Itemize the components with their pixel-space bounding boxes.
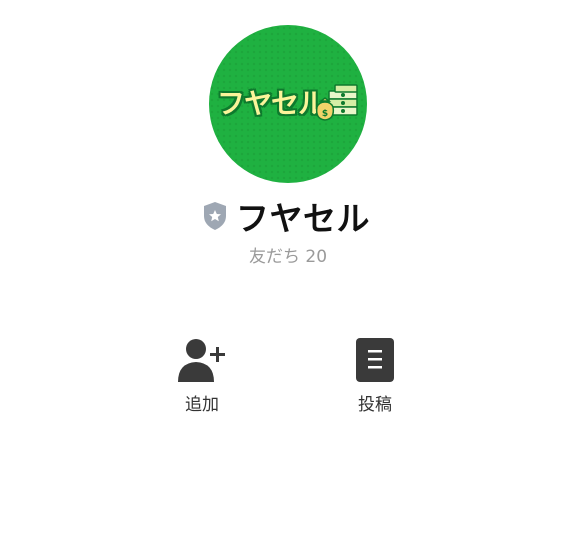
logo-text: フヤセル xyxy=(217,87,326,120)
avatar[interactable]: フヤセル $ xyxy=(209,25,367,183)
posts-icon xyxy=(356,338,394,382)
posts-button[interactable]: 投稿 xyxy=(335,336,415,426)
fuyaseru-logo: フヤセル $ xyxy=(209,25,367,183)
shield-star-icon xyxy=(204,202,226,230)
money-bag-icon: $ xyxy=(315,84,358,121)
profile-name: フヤセル xyxy=(236,199,370,238)
posts-label: 投稿 xyxy=(358,395,392,415)
add-friend-label: 追加 xyxy=(185,395,219,415)
friends-number: 20 xyxy=(305,247,328,267)
profile-name-row: フヤセル xyxy=(0,194,576,238)
svg-text:$: $ xyxy=(322,109,328,119)
add-friend-button[interactable]: 追加 xyxy=(162,336,242,426)
add-friend-icon xyxy=(178,339,225,382)
friends-label: 友だち xyxy=(248,247,300,267)
friends-count: 友だち 20 xyxy=(0,242,576,267)
